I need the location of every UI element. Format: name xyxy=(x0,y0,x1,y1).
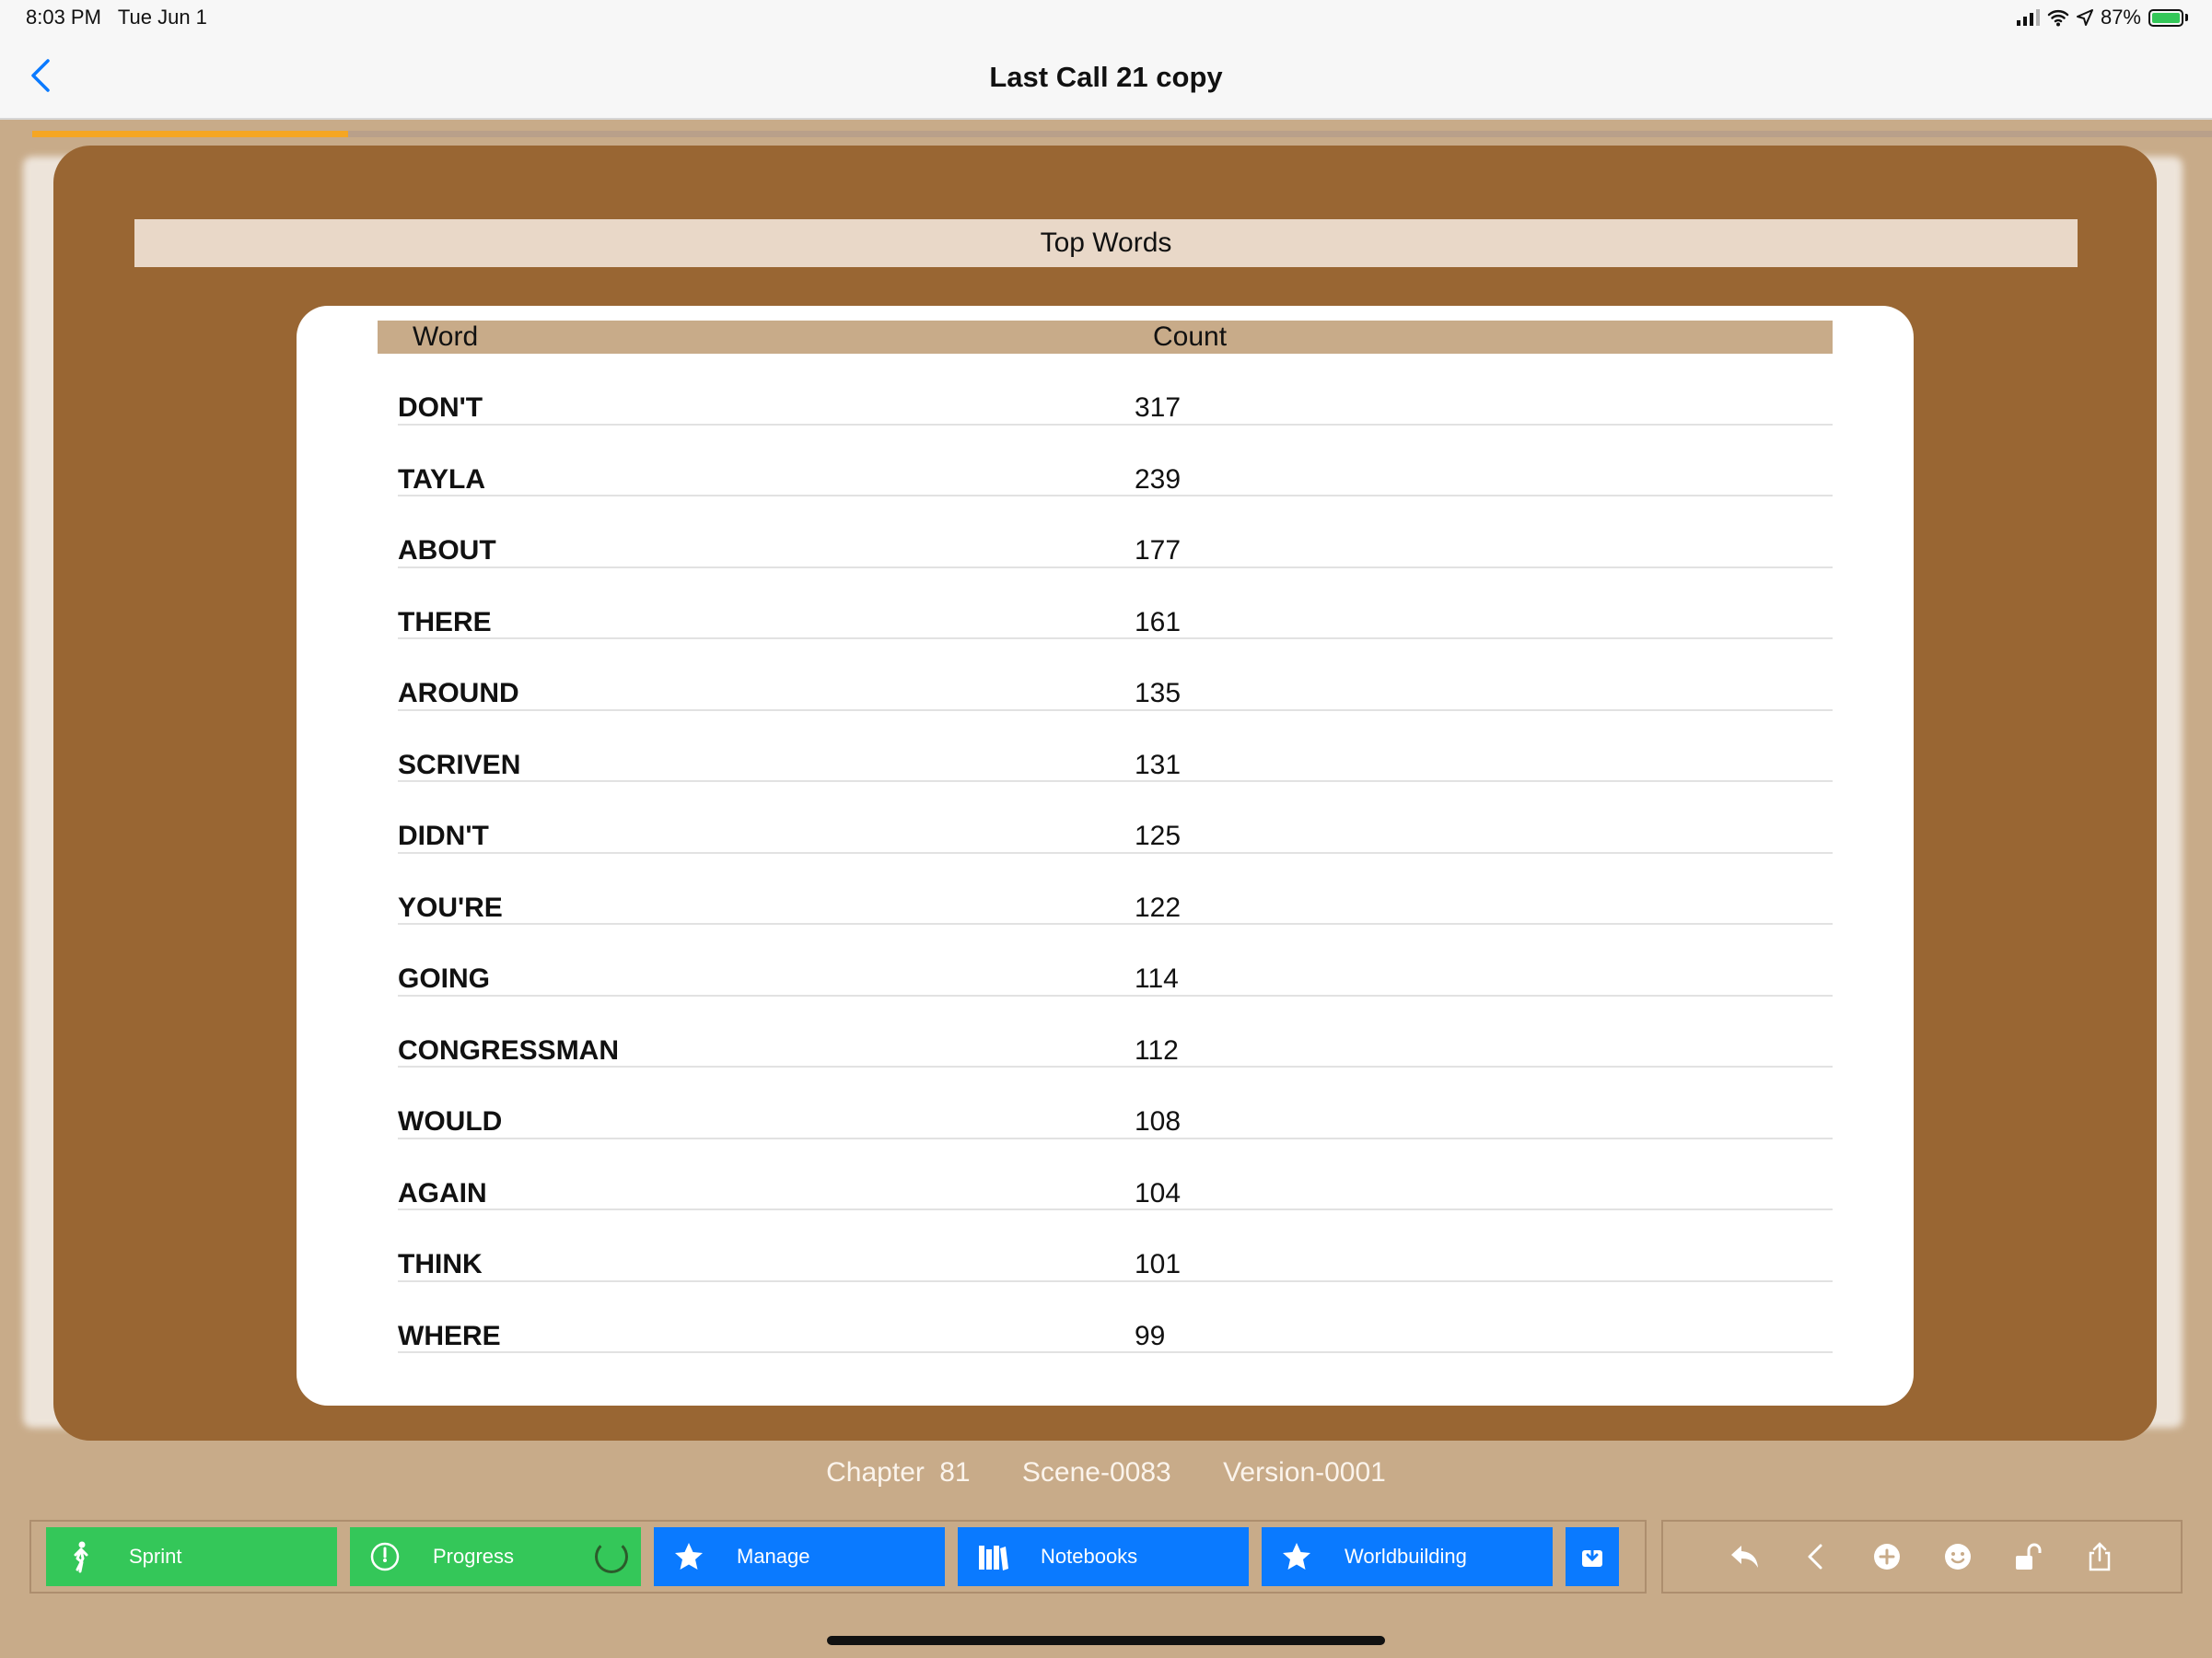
document-progress-bar xyxy=(32,131,2212,137)
books-icon xyxy=(979,1546,1008,1570)
status-indicators: 87% xyxy=(2016,6,2188,29)
page-title: Last Call 21 copy xyxy=(989,61,1223,93)
table-row[interactable]: CONGRESSMAN 112 xyxy=(398,997,1833,1068)
word-cell: THINK xyxy=(398,1249,483,1279)
location-arrow-icon xyxy=(2076,9,2093,26)
progress-button[interactable]: Progress xyxy=(350,1527,641,1586)
scene-label: Scene-0083 xyxy=(1021,1457,1171,1488)
status-date: Tue Jun 1 xyxy=(117,6,207,29)
table-row[interactable]: SCRIVEN 131 xyxy=(398,711,1833,782)
count-cell: 135 xyxy=(1135,678,1182,708)
sprint-button[interactable]: Sprint xyxy=(46,1527,337,1586)
word-cell: CONGRESSMAN xyxy=(398,1034,620,1066)
word-cell: TAYLA xyxy=(398,463,486,495)
plus-circle-icon xyxy=(1873,1544,1900,1570)
table-body: DON'T 317 TAYLA 239 ABOUT 177 THERE 161 AROU… xyxy=(398,354,1833,1353)
progress-bar-fill xyxy=(32,131,349,137)
word-cell: ABOUT xyxy=(398,535,496,566)
count-cell: 131 xyxy=(1135,749,1182,780)
table-row[interactable]: TAYLA 239 xyxy=(398,426,1833,496)
word-cell: YOU'RE xyxy=(398,892,503,923)
document-location: Chapter 81 Scene-0083 Version-0001 xyxy=(0,1457,2212,1489)
lock-button[interactable] xyxy=(2010,1538,2047,1575)
worldbuilding-label: Worldbuilding xyxy=(1345,1545,1467,1568)
sprint-label: Sprint xyxy=(129,1545,182,1568)
count-cell: 114 xyxy=(1135,963,1179,994)
chapter-label: Chapter 81 xyxy=(826,1457,971,1488)
walking-figure-icon xyxy=(74,1541,88,1573)
unlock-icon xyxy=(2015,1543,2041,1570)
undo-button[interactable] xyxy=(1727,1538,1764,1575)
chevron-left-icon xyxy=(1808,1544,1822,1570)
count-cell: 99 xyxy=(1135,1320,1166,1351)
share-button[interactable] xyxy=(2081,1538,2118,1575)
share-icon xyxy=(2089,1542,2110,1571)
table-row[interactable]: AROUND 135 xyxy=(398,639,1833,711)
smiley-icon xyxy=(1944,1544,1971,1570)
table-row[interactable]: THINK 101 xyxy=(398,1210,1833,1282)
word-cell: THERE xyxy=(398,606,492,637)
table-row[interactable]: GOING 114 xyxy=(398,925,1833,997)
table-row[interactable]: WHERE 99 xyxy=(398,1282,1833,1353)
table-row[interactable]: DIDN'T 125 xyxy=(398,782,1833,854)
top-words-table-card: Word Count DON'T 317 TAYLA 239 ABOUT 177 TH… xyxy=(297,306,1914,1406)
word-cell: AROUND xyxy=(398,678,519,708)
count-cell: 177 xyxy=(1135,535,1182,566)
home-indicator xyxy=(827,1636,1385,1645)
reply-icon xyxy=(1730,1546,1758,1568)
manage-button[interactable]: Manage xyxy=(654,1527,945,1586)
table-row[interactable]: YOU'RE 122 xyxy=(398,854,1833,925)
word-cell: DIDN'T xyxy=(398,821,489,851)
count-cell: 104 xyxy=(1135,1177,1182,1208)
download-icon xyxy=(1582,1545,1602,1567)
status-time: 8:03 PM Tue Jun 1 xyxy=(26,6,207,29)
word-cell: WHERE xyxy=(398,1320,501,1351)
count-cell: 108 xyxy=(1135,1106,1182,1137)
action-bar xyxy=(1661,1520,2183,1594)
star-icon xyxy=(1283,1543,1310,1570)
count-cell: 161 xyxy=(1135,606,1182,637)
word-cell: SCRIVEN xyxy=(398,749,521,780)
word-cell: WOULD xyxy=(398,1106,503,1137)
count-cell: 122 xyxy=(1135,892,1182,923)
table-row[interactable]: ABOUT 177 xyxy=(398,496,1833,568)
import-button[interactable] xyxy=(1566,1527,1619,1586)
star-icon xyxy=(675,1543,703,1570)
manage-label: Manage xyxy=(737,1545,810,1568)
table-header: Word Count xyxy=(378,321,1833,354)
add-button[interactable] xyxy=(1869,1538,1905,1575)
count-cell: 239 xyxy=(1135,463,1182,495)
cellular-signal-icon xyxy=(2016,9,2040,26)
version-label: Version-0001 xyxy=(1223,1457,1386,1488)
column-header-word: Word xyxy=(413,321,479,352)
battery-icon xyxy=(2148,8,2188,27)
word-cell: DON'T xyxy=(398,392,483,423)
table-row[interactable]: WOULD 108 xyxy=(398,1068,1833,1139)
count-cell: 112 xyxy=(1135,1034,1179,1066)
count-cell: 317 xyxy=(1135,392,1182,423)
bottom-toolbar: Sprint Progress Manage Notebooks Worldbu… xyxy=(29,1520,1647,1594)
table-row[interactable]: THERE 161 xyxy=(398,568,1833,639)
notebooks-label: Notebooks xyxy=(1041,1545,1138,1568)
top-words-modal: Top Words Word Count DON'T 317 TAYLA 239 A… xyxy=(53,146,2157,1441)
table-row[interactable]: AGAIN 104 xyxy=(398,1139,1833,1210)
gauge-icon xyxy=(370,1542,400,1571)
column-header-count: Count xyxy=(1153,321,1228,352)
wifi-icon xyxy=(2047,10,2069,27)
word-cell: GOING xyxy=(398,963,491,994)
count-cell: 101 xyxy=(1135,1249,1182,1279)
worldbuilding-button[interactable]: Worldbuilding xyxy=(1262,1527,1553,1586)
notebooks-button[interactable]: Notebooks xyxy=(958,1527,1249,1586)
status-clock: 8:03 PM xyxy=(26,6,101,29)
progress-label: Progress xyxy=(433,1545,515,1568)
loading-spinner-icon xyxy=(595,1540,628,1573)
modal-title: Top Words xyxy=(134,219,2078,267)
table-row[interactable]: DON'T 317 xyxy=(398,354,1833,426)
battery-percent: 87% xyxy=(2100,6,2141,29)
word-cell: AGAIN xyxy=(398,1177,487,1208)
emoji-button[interactable] xyxy=(1939,1538,1976,1575)
count-cell: 125 xyxy=(1135,821,1182,851)
previous-button[interactable] xyxy=(1798,1538,1834,1575)
top-bar: 8:03 PM Tue Jun 1 87% Last Call 21 copy xyxy=(0,0,2212,120)
